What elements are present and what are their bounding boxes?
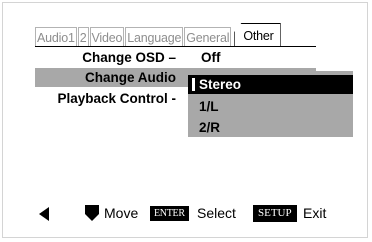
select-label: Select [197, 205, 236, 221]
option-label: 2/R [199, 120, 221, 135]
option-2r[interactable]: 2/R [188, 118, 353, 137]
footer-legend: Move ENTER Select SETUP Exit [35, 203, 335, 223]
tab-other[interactable]: Other [234, 23, 281, 47]
menu-item-change-osd[interactable]: Change OSD – Off [35, 48, 316, 67]
option-1l[interactable]: 1/L [188, 97, 353, 116]
move-label: Move [104, 205, 139, 221]
cursor-caret-icon [192, 78, 195, 91]
tab-video[interactable]: Video [89, 27, 125, 47]
menu-item-label: Change OSD – [82, 50, 176, 65]
menu-item-label: Playback Control - [57, 91, 176, 106]
tab-audio1[interactable]: Audio1 [35, 27, 77, 47]
audio-options-dropdown: Stereo 1/L 2/R [188, 71, 353, 137]
option-stereo[interactable]: Stereo [188, 75, 353, 94]
option-label: 1/L [199, 99, 219, 114]
enter-key-badge: ENTER [150, 206, 189, 221]
tab-divider [35, 46, 316, 47]
tab-bar: Audio1 2 Video Language General Other [35, 23, 282, 47]
menu-item-label: Change Audio [85, 70, 176, 85]
left-arrow-icon [39, 206, 49, 226]
tab-general[interactable]: General [184, 27, 232, 47]
option-label: Stereo [199, 77, 242, 92]
menu-item-value: Off [201, 50, 221, 65]
exit-label: Exit [303, 205, 327, 221]
tab-audio2[interactable]: 2 [77, 27, 89, 47]
setup-key-badge: SETUP [253, 205, 297, 222]
tab-language[interactable]: Language [125, 27, 184, 47]
down-pointer-icon [85, 205, 99, 226]
